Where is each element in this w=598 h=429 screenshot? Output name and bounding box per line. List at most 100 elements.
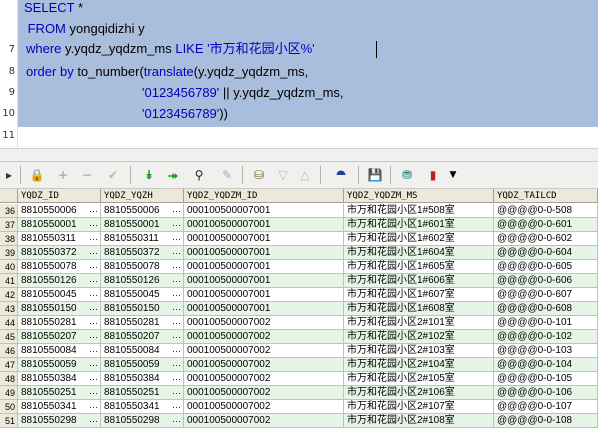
table-cell-yqzh[interactable]: 8810550059 ··· xyxy=(101,358,184,372)
cell-expand-ellipsis[interactable]: ··· xyxy=(89,218,98,231)
table-cell-ms[interactable]: 市万和花园小区1#608室 xyxy=(344,302,494,316)
cell-expand-ellipsis[interactable]: ··· xyxy=(89,386,98,399)
cell-expand-ellipsis[interactable]: ··· xyxy=(89,260,98,273)
table-cell-id[interactable]: 8810550251 ··· xyxy=(18,386,101,400)
row-number[interactable]: 45 xyxy=(0,330,18,344)
table-cell-tail[interactable]: @@@@0-0-107 xyxy=(494,400,598,414)
table-cell-id[interactable]: 8810550150 ··· xyxy=(18,302,101,316)
table-cell-yqzh[interactable]: 8810550311 ··· xyxy=(101,232,184,246)
table-cell-id[interactable]: 8810550059 ··· xyxy=(18,358,101,372)
table-cell-yqzh[interactable]: 8810550126 ··· xyxy=(101,274,184,288)
row-number[interactable]: 37 xyxy=(0,218,18,232)
column-header-yqdz-yqdzm-id[interactable]: YQDZ_YQDZM_ID xyxy=(184,189,344,203)
table-row[interactable]: 41 8810550126 ··· 8810550126 ··· 000100500007… xyxy=(0,274,598,288)
table-cell-ms[interactable]: 市万和花园小区1#601室 xyxy=(344,218,494,232)
query-icon[interactable]: ⛁ xyxy=(250,166,268,184)
table-cell-tail[interactable]: @@@@0-0-105 xyxy=(494,372,598,386)
find-icon[interactable]: ⚲ xyxy=(190,166,208,184)
cell-expand-ellipsis[interactable]: ··· xyxy=(172,330,181,343)
cell-expand-ellipsis[interactable]: ··· xyxy=(89,274,98,287)
table-row[interactable]: 38 8810550311 ··· 8810550311 ··· 000100500007… xyxy=(0,232,598,246)
table-cell-id[interactable]: 8810550078 ··· xyxy=(18,260,101,274)
table-cell-id[interactable]: 8810550341 ··· xyxy=(18,400,101,414)
cell-expand-ellipsis[interactable]: ··· xyxy=(172,372,181,385)
table-cell-mid[interactable]: 000100500007001 xyxy=(184,218,344,232)
table-cell-ms[interactable]: 市万和花园小区2#103室 xyxy=(344,344,494,358)
cell-expand-ellipsis[interactable]: ··· xyxy=(172,260,181,273)
column-header-yqdz-id[interactable]: YQDZ_ID xyxy=(18,189,101,203)
row-number[interactable]: 51 xyxy=(0,414,18,428)
table-cell-ms[interactable]: 市万和花园小区2#101室 xyxy=(344,316,494,330)
table-cell-ms[interactable]: 市万和花园小区1#607室 xyxy=(344,288,494,302)
cell-expand-ellipsis[interactable]: ··· xyxy=(172,358,181,371)
table-cell-mid[interactable]: 000100500007001 xyxy=(184,260,344,274)
row-number[interactable]: 40 xyxy=(0,260,18,274)
table-cell-mid[interactable]: 000100500007001 xyxy=(184,302,344,316)
cell-expand-ellipsis[interactable]: ··· xyxy=(172,414,181,427)
row-number[interactable]: 43 xyxy=(0,302,18,316)
table-cell-mid[interactable]: 000100500007002 xyxy=(184,344,344,358)
table-cell-tail[interactable]: @@@@0-0-508 xyxy=(494,204,598,218)
table-cell-ms[interactable]: 市万和花园小区2#106室 xyxy=(344,386,494,400)
cell-expand-ellipsis[interactable]: ··· xyxy=(89,400,98,413)
table-cell-tail[interactable]: @@@@0-0-108 xyxy=(494,414,598,428)
tree-icon[interactable]: ⯊ xyxy=(332,166,350,184)
table-cell-tail[interactable]: @@@@0-0-102 xyxy=(494,330,598,344)
lock-icon[interactable]: 🔒 xyxy=(28,166,46,184)
table-cell-ms[interactable]: 市万和花园小区1#508室 xyxy=(344,204,494,218)
row-number[interactable]: 39 xyxy=(0,246,18,260)
table-cell-yqzh[interactable]: 8810550251 ··· xyxy=(101,386,184,400)
cell-expand-ellipsis[interactable]: ··· xyxy=(89,330,98,343)
cell-expand-ellipsis[interactable]: ··· xyxy=(89,246,98,259)
save-icon[interactable]: 💾 xyxy=(366,166,384,184)
cell-expand-ellipsis[interactable]: ··· xyxy=(172,288,181,301)
table-row[interactable]: 43 8810550150 ··· 8810550150 ··· 000100500007… xyxy=(0,302,598,316)
table-row[interactable]: 39 8810550372 ··· 8810550372 ··· 000100500007… xyxy=(0,246,598,260)
cell-expand-ellipsis[interactable]: ··· xyxy=(89,372,98,385)
remove-icon[interactable]: − xyxy=(78,166,96,184)
cell-expand-ellipsis[interactable]: ··· xyxy=(89,302,98,315)
table-row[interactable]: 40 8810550078 ··· 8810550078 ··· 000100500007… xyxy=(0,260,598,274)
table-cell-mid[interactable]: 000100500007002 xyxy=(184,414,344,428)
table-cell-tail[interactable]: @@@@0-0-601 xyxy=(494,218,598,232)
table-cell-yqzh[interactable]: 8810550084 ··· xyxy=(101,344,184,358)
cell-expand-ellipsis[interactable]: ··· xyxy=(172,400,181,413)
table-cell-ms[interactable]: 市万和花园小区1#604室 xyxy=(344,246,494,260)
row-number[interactable]: 47 xyxy=(0,358,18,372)
table-cell-mid[interactable]: 000100500007001 xyxy=(184,274,344,288)
table-cell-id[interactable]: 8810550006 ··· xyxy=(18,204,101,218)
table-cell-tail[interactable]: @@@@0-0-106 xyxy=(494,386,598,400)
cell-expand-ellipsis[interactable]: ··· xyxy=(89,358,98,371)
table-row[interactable]: 47 8810550059 ··· 8810550059 ··· 000100500007… xyxy=(0,358,598,372)
cell-expand-ellipsis[interactable]: ··· xyxy=(89,316,98,329)
table-row[interactable]: 44 8810550281 ··· 8810550281 ··· 000100500007… xyxy=(0,316,598,330)
table-cell-yqzh[interactable]: 8810550006 ··· xyxy=(101,204,184,218)
horizontal-scrollbar[interactable] xyxy=(0,148,598,161)
table-cell-mid[interactable]: 000100500007001 xyxy=(184,204,344,218)
cell-expand-ellipsis[interactable]: ··· xyxy=(89,288,98,301)
table-cell-id[interactable]: 8810550372 ··· xyxy=(18,246,101,260)
table-row[interactable]: 42 8810550045 ··· 8810550045 ··· 000100500007… xyxy=(0,288,598,302)
table-row[interactable]: 46 8810550084 ··· 8810550084 ··· 000100500007… xyxy=(0,344,598,358)
table-cell-tail[interactable]: @@@@0-0-606 xyxy=(494,274,598,288)
column-header-yqdz-yqzh[interactable]: YQDZ_YQZH xyxy=(101,189,184,203)
add-icon[interactable]: + xyxy=(54,166,72,184)
table-cell-tail[interactable]: @@@@0-0-103 xyxy=(494,344,598,358)
table-cell-yqzh[interactable]: 8810550078 ··· xyxy=(101,260,184,274)
chart-icon[interactable]: ▮ xyxy=(424,166,442,184)
table-row[interactable]: 45 8810550207 ··· 8810550207 ··· 000100500007… xyxy=(0,330,598,344)
filter-down-icon[interactable]: ▽ xyxy=(274,166,292,184)
cell-expand-ellipsis[interactable]: ··· xyxy=(89,204,98,217)
table-cell-id[interactable]: 8810550084 ··· xyxy=(18,344,101,358)
row-number[interactable]: 49 xyxy=(0,386,18,400)
cell-expand-ellipsis[interactable]: ··· xyxy=(172,246,181,259)
row-number[interactable]: 38 xyxy=(0,232,18,246)
row-number[interactable]: 36 xyxy=(0,204,18,218)
table-cell-id[interactable]: 8810550311 ··· xyxy=(18,232,101,246)
table-cell-ms[interactable]: 市万和花园小区2#102室 xyxy=(344,330,494,344)
table-cell-ms[interactable]: 市万和花园小区2#105室 xyxy=(344,372,494,386)
table-cell-ms[interactable]: 市万和花园小区1#606室 xyxy=(344,274,494,288)
column-header-yqdz-tailcd[interactable]: YQDZ_TAILCD xyxy=(494,189,598,203)
export-icon[interactable]: ⛃ xyxy=(398,166,416,184)
cell-expand-ellipsis[interactable]: ··· xyxy=(172,344,181,357)
